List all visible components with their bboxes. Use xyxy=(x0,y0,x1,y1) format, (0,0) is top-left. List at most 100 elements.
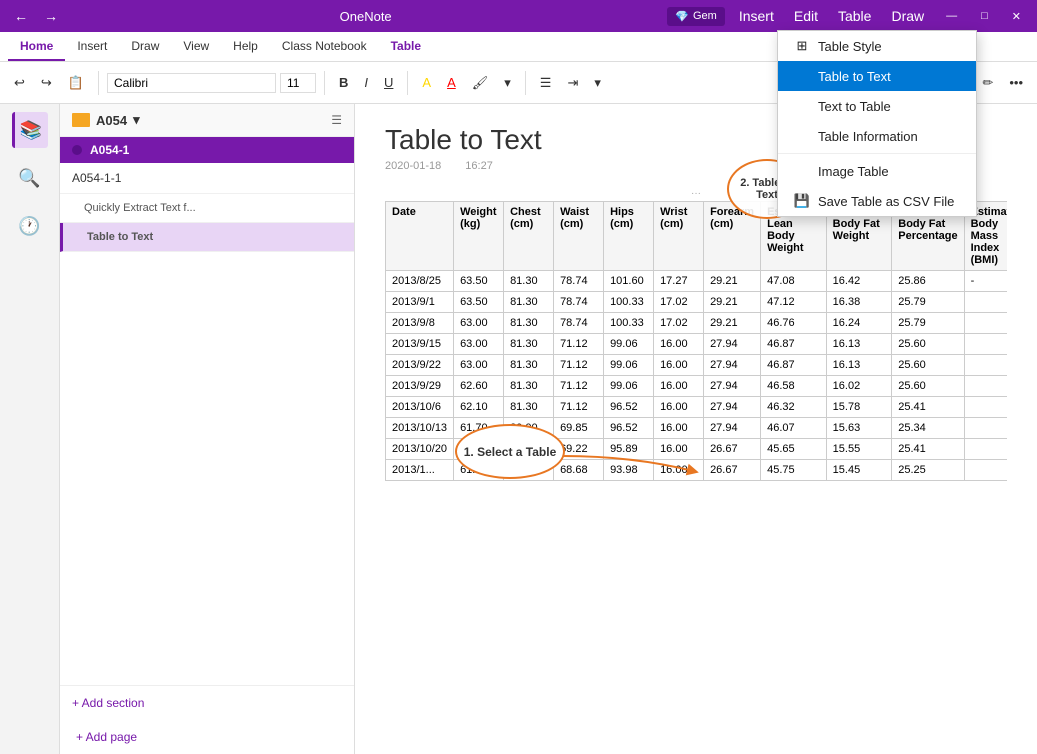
draw-menu[interactable]: Draw xyxy=(885,6,930,26)
insert-menu[interactable]: Insert xyxy=(733,6,780,26)
bold-button[interactable]: B xyxy=(333,72,354,93)
table-cell: 27.94 xyxy=(704,418,761,439)
table-cell: 29.21 xyxy=(704,313,761,334)
bullet-list-button[interactable]: ☰ xyxy=(534,72,558,94)
page-item-2[interactable]: Table to Text xyxy=(60,223,354,252)
table-cell: - xyxy=(964,271,1007,292)
table-info-icon xyxy=(794,128,810,144)
tab-view[interactable]: View xyxy=(171,32,221,61)
page-item-0[interactable]: A054-1-1 xyxy=(60,163,354,194)
table-cell: 27.94 xyxy=(704,397,761,418)
table-cell: 15.63 xyxy=(826,418,892,439)
table-to-text-icon xyxy=(794,68,810,84)
table-cell: 46.58 xyxy=(761,376,827,397)
dropdown-menu: ⊞ Table Style Table to Text Text to Tabl… xyxy=(777,30,977,217)
table-cell: 2013/10/13 xyxy=(386,418,454,439)
redo-button[interactable]: ↪ xyxy=(35,72,58,94)
dropdown-sep xyxy=(778,153,976,154)
table-menu[interactable]: Table xyxy=(832,6,877,26)
table-cell: 27.94 xyxy=(704,376,761,397)
notebook-dropdown-icon[interactable]: ▾ xyxy=(133,112,140,128)
menu-item-image-table[interactable]: Image Table xyxy=(778,156,976,186)
more-options-button[interactable]: ••• xyxy=(1003,72,1029,93)
table-cell: 81.30 xyxy=(504,397,554,418)
menu-item-table-style[interactable]: ⊞ Table Style xyxy=(778,31,976,61)
add-section-button[interactable]: + Add section xyxy=(60,685,354,720)
table-cell: 16.00 xyxy=(654,397,704,418)
add-page-button[interactable]: + Add page xyxy=(60,720,354,754)
table-cell: 47.12 xyxy=(761,292,827,313)
tab-help[interactable]: Help xyxy=(221,32,270,61)
table-cell: 81.30 xyxy=(504,334,554,355)
tab-insert[interactable]: Insert xyxy=(65,32,119,61)
sidebar-icon-search[interactable]: 🔍 xyxy=(12,160,48,196)
tab-draw[interactable]: Draw xyxy=(119,32,171,61)
col-date: Date xyxy=(386,202,454,271)
table-cell: 71.12 xyxy=(554,355,604,376)
table-cell: 101.60 xyxy=(604,271,654,292)
table-cell: 26.67 xyxy=(704,439,761,460)
page-list: A054-1-1 Quickly Extract Text f... Table… xyxy=(60,163,354,685)
table-cell: 78.74 xyxy=(554,292,604,313)
edit-menu[interactable]: Edit xyxy=(788,6,824,26)
more-toolbar-button[interactable]: ▾ xyxy=(588,72,607,94)
menu-item-save-csv[interactable]: 💾 Save Table as CSV File xyxy=(778,186,976,216)
forward-button[interactable]: → xyxy=(38,6,64,26)
toolbar-sep-2 xyxy=(324,71,325,95)
table-cell xyxy=(964,376,1007,397)
sort-button[interactable]: ☰ xyxy=(331,113,342,127)
tab-home[interactable]: Home xyxy=(8,32,65,61)
table-cell: 46.32 xyxy=(761,397,827,418)
app-title: OneNote xyxy=(340,9,392,24)
menu-item-save-csv-label: Save Table as CSV File xyxy=(818,194,954,209)
format-more-button[interactable]: 🖌 xyxy=(466,72,495,94)
format-dropdown[interactable]: ▾ xyxy=(498,72,517,94)
undo-button[interactable]: ↩ xyxy=(8,72,31,94)
font-family-input[interactable] xyxy=(107,73,276,93)
table-cell: 81.30 xyxy=(504,313,554,334)
pen-button[interactable]: ✏ xyxy=(976,72,999,94)
table-cell: 46.87 xyxy=(761,355,827,376)
table-cell xyxy=(964,313,1007,334)
table-cell: 45.65 xyxy=(761,439,827,460)
table-cell: 2013/8/25 xyxy=(386,271,454,292)
title-bar: ← → OneNote 💎 Gem Insert Edit Table Draw… xyxy=(0,0,1037,32)
menu-item-table-to-text[interactable]: Table to Text xyxy=(778,61,976,91)
tab-class-notebook[interactable]: Class Notebook xyxy=(270,32,379,61)
table-row: 2013/9/2962.6081.3071.1299.0616.0027.944… xyxy=(386,376,1008,397)
clipboard-button[interactable]: 📋 xyxy=(62,72,90,94)
table-cell: 16.42 xyxy=(826,271,892,292)
font-size-input[interactable] xyxy=(280,73,316,93)
table-cell: 16.13 xyxy=(826,355,892,376)
notebook-name: A054 xyxy=(96,113,127,128)
gem-button[interactable]: 💎 Gem xyxy=(667,7,725,26)
menu-item-table-information[interactable]: Table Information xyxy=(778,121,976,151)
sidebar-icon-notebooks[interactable]: 📚 xyxy=(12,112,48,148)
table-cell: 2013/10/20 xyxy=(386,439,454,460)
table-cell: 25.79 xyxy=(892,313,964,334)
maximize-button[interactable]: □ xyxy=(973,8,996,24)
table-cell: 100.33 xyxy=(604,313,654,334)
callout-select-text: 1. Select a Table xyxy=(464,445,557,459)
sidebar-icon-history[interactable]: 🕐 xyxy=(12,208,48,244)
notes-panel: A054 ▾ ☰ A054-1 A054-1-1 Quickly Extract… xyxy=(60,104,355,754)
menu-item-text-to-table[interactable]: Text to Table xyxy=(778,91,976,121)
italic-button[interactable]: I xyxy=(358,72,374,93)
minimize-button[interactable]: — xyxy=(938,8,965,24)
close-button[interactable]: ✕ xyxy=(1004,8,1029,25)
page-item-1[interactable]: Quickly Extract Text f... xyxy=(60,194,354,223)
table-cell: 25.60 xyxy=(892,355,964,376)
menu-item-table-information-label: Table Information xyxy=(818,129,918,144)
highlight-button[interactable]: A xyxy=(416,72,437,93)
indent-button[interactable]: ⇥ xyxy=(561,72,584,94)
table-cell xyxy=(964,418,1007,439)
table-cell: 2013/10/6 xyxy=(386,397,454,418)
underline-button[interactable]: U xyxy=(378,72,399,93)
page-date-value: 2020-01-18 xyxy=(385,160,441,172)
table-cell xyxy=(964,355,1007,376)
text-color-button[interactable]: A xyxy=(441,72,462,93)
tab-table[interactable]: Table xyxy=(379,32,433,61)
back-button[interactable]: ← xyxy=(8,6,34,26)
table-cell: 25.86 xyxy=(892,271,964,292)
menu-item-text-to-table-label: Text to Table xyxy=(818,99,891,114)
